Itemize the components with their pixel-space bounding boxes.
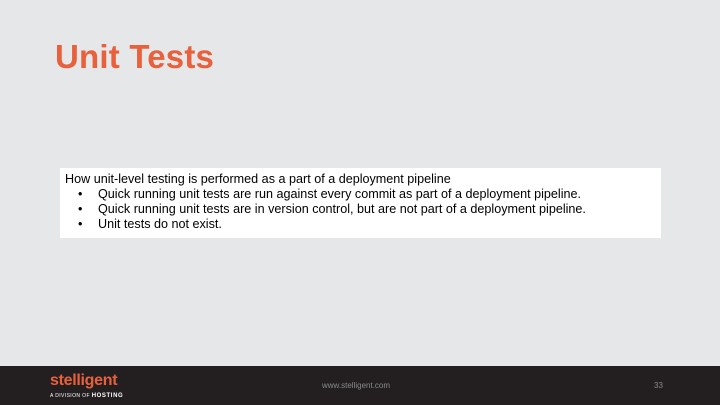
bullet-dot: •	[78, 187, 83, 201]
bullet-dot: •	[78, 217, 83, 231]
bullet-dot: •	[78, 202, 83, 216]
footer-url: www.stelligent.com	[322, 381, 391, 390]
list-item: • Quick running unit tests are in versio…	[65, 202, 661, 217]
footer-bar: stelligent A DIVISION OF HOSTING www.ste…	[0, 366, 720, 405]
page-number: 33	[654, 381, 663, 390]
content-box: How unit-level testing is performed as a…	[60, 168, 661, 238]
list-item: • Quick running unit tests are run again…	[65, 187, 661, 202]
logo-tagline-prefix: A DIVISION OF	[50, 393, 90, 399]
bullet-text: Quick running unit tests are in version …	[98, 202, 586, 216]
intro-line: How unit-level testing is performed as a…	[65, 172, 451, 186]
bullet-text: Unit tests do not exist.	[98, 217, 222, 231]
bullet-list: • Quick running unit tests are run again…	[65, 187, 661, 232]
stelligent-logo: stelligent A DIVISION OF HOSTING	[50, 372, 123, 399]
bullet-text: Quick running unit tests are run against…	[98, 187, 582, 201]
logo-tagline: A DIVISION OF HOSTING	[50, 393, 123, 399]
logo-wordmark: stelligent	[50, 372, 118, 389]
list-item: • Unit tests do not exist.	[65, 217, 661, 232]
slide-title: Unit Tests	[55, 38, 215, 75]
logo-tagline-brand: HOSTING	[91, 393, 124, 399]
